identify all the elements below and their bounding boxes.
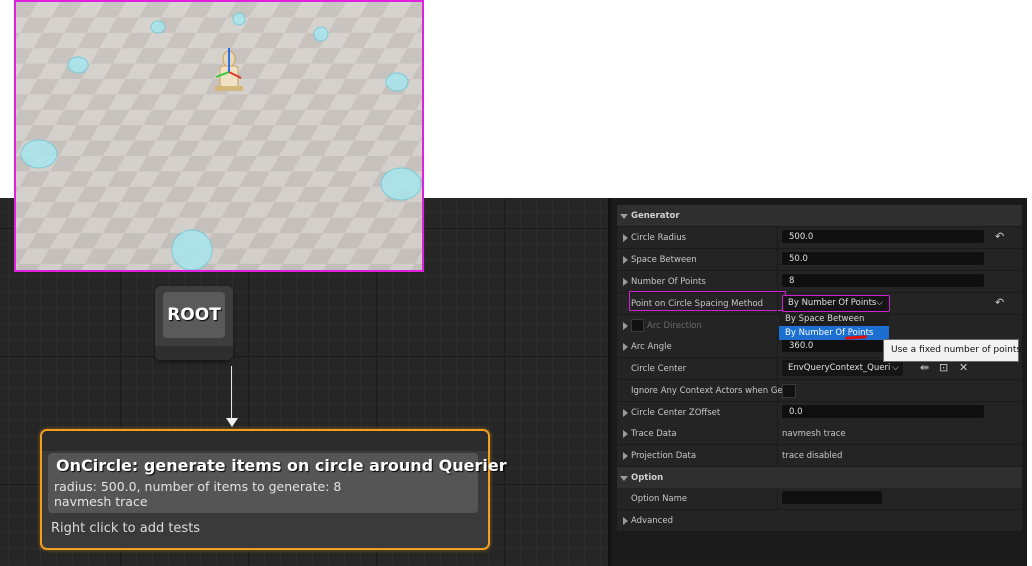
generator-desc-line2: navmesh trace: [54, 494, 148, 509]
root-node-label: ROOT: [163, 292, 225, 338]
collapse-arrow-icon[interactable]: [620, 476, 628, 481]
property-trace-data: Trace Data navmesh trace: [617, 423, 1022, 445]
expand-arrow-icon[interactable]: [623, 430, 628, 438]
category-advanced[interactable]: Advanced: [617, 510, 1022, 532]
generator-desc-line1: radius: 500.0, number of items to genera…: [54, 479, 342, 494]
spacing-method-menu: By Space Between By Number Of Points: [779, 312, 889, 340]
generator-node-title: OnCircle: generate items on circle aroun…: [56, 456, 507, 475]
property-circle-center-zoffset: Circle Center ZOffset 0.0: [617, 402, 1022, 424]
expand-arrow-icon[interactable]: [623, 322, 628, 330]
generator-node-description: radius: 500.0, number of items to genera…: [54, 479, 341, 509]
property-label: Circle Center ZOffset: [631, 408, 721, 418]
property-label: Projection Data: [631, 451, 697, 461]
category-label: Advanced: [631, 516, 673, 526]
expand-arrow-icon[interactable]: [623, 409, 628, 417]
browse-icon[interactable]: ⊡: [939, 362, 948, 374]
property-label: Arc Direction: [647, 321, 702, 331]
connection-arrow-icon: [226, 418, 238, 427]
expand-arrow-icon[interactable]: [623, 452, 628, 460]
number-of-points-input[interactable]: 8: [782, 274, 984, 287]
property-label: Circle Center: [631, 364, 687, 374]
use-selected-icon[interactable]: ⇚: [920, 362, 929, 374]
circle-radius-input[interactable]: 500.0: [782, 230, 984, 243]
add-tests-hint: Right click to add tests: [51, 521, 201, 536]
arc-direction-checkbox[interactable]: [631, 319, 644, 332]
property-label: Space Between: [631, 255, 697, 265]
property-circle-radius: Circle Radius 500.0 ↶: [617, 227, 1022, 249]
property-label: Trace Data: [631, 429, 677, 439]
property-ignore-context: Ignore Any Context Actors when Ge...: [617, 380, 1022, 402]
reset-to-default-icon[interactable]: ↶: [995, 231, 1007, 242]
chevron-down-icon: ⌵: [876, 298, 883, 308]
expand-arrow-icon[interactable]: [623, 234, 628, 242]
category-label: Generator: [631, 211, 680, 221]
chevron-down-icon: ⌵: [890, 360, 899, 376]
dropdown-value: By Number Of Points: [788, 298, 877, 308]
node-connection-wire: [231, 366, 232, 422]
details-panel: Generator Circle Radius 500.0 ↶ Space Be…: [608, 198, 1027, 566]
trace-data-value: navmesh trace: [782, 429, 846, 439]
category-option[interactable]: Option: [617, 467, 1022, 489]
dropdown-value: EnvQueryContext_Querier: [788, 363, 900, 373]
expand-arrow-icon[interactable]: [623, 517, 628, 525]
generator-node-body: OnCircle: generate items on circle aroun…: [48, 453, 507, 513]
category-generator[interactable]: Generator: [617, 205, 1022, 227]
generator-node[interactable]: OnCircle: generate items on circle aroun…: [40, 429, 507, 550]
spacing-method-dropdown[interactable]: By Number Of Points ⌵: [782, 295, 890, 312]
property-space-between: Space Between 50.0: [617, 249, 1022, 271]
menu-option-number-of-points[interactable]: By Number Of Points: [779, 326, 889, 340]
clear-icon[interactable]: ✕: [959, 362, 968, 374]
collapse-arrow-icon[interactable]: [620, 214, 628, 219]
property-option-name: Option Name: [617, 488, 1022, 510]
root-output-pin[interactable]: [155, 346, 233, 360]
circle-center-dropdown[interactable]: EnvQueryContext_Querier ⌵: [782, 360, 903, 376]
space-between-input[interactable]: 50.0: [782, 252, 984, 265]
viewport-preview[interactable]: [14, 0, 424, 272]
property-label: Point on Circle Spacing Method: [631, 299, 764, 309]
property-projection-data: Projection Data trace disabled: [617, 445, 1022, 467]
property-label: Option Name: [631, 494, 688, 504]
tooltip: Use a fixed number of points: [883, 339, 1021, 362]
viewport-scene: [16, 2, 422, 270]
menu-option-space-between[interactable]: By Space Between: [779, 312, 889, 326]
property-number-of-points: Number Of Points 8: [617, 271, 1022, 293]
expand-arrow-icon[interactable]: [623, 343, 628, 351]
ignore-context-checkbox[interactable]: [782, 384, 796, 398]
zoffset-input[interactable]: 0.0: [782, 405, 984, 418]
property-label: Ignore Any Context Actors when Ge...: [631, 386, 791, 396]
reset-to-default-icon[interactable]: ↶: [995, 297, 1007, 308]
option-name-input[interactable]: [782, 491, 882, 504]
property-label: Arc Angle: [631, 342, 672, 352]
expand-arrow-icon[interactable]: [623, 256, 628, 264]
root-node[interactable]: ROOT: [155, 286, 233, 360]
property-label: Circle Radius: [631, 233, 687, 243]
property-label: Number Of Points: [631, 277, 706, 287]
projection-data-value: trace disabled: [782, 451, 843, 461]
category-label: Option: [631, 473, 664, 483]
generator-input-pin[interactable]: [42, 431, 488, 451]
expand-arrow-icon[interactable]: [623, 278, 628, 286]
